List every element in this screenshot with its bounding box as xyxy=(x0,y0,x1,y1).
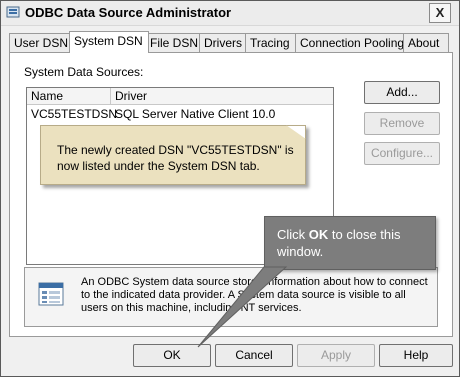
close-button[interactable]: X xyxy=(429,3,451,23)
odbc-app-icon xyxy=(6,6,20,18)
title-bar: ODBC Data Source Administrator X xyxy=(1,1,459,26)
info-box: An ODBC System data source stores inform… xyxy=(24,267,438,327)
tab-file-dsn[interactable]: File DSN xyxy=(145,33,201,52)
dsn-listed-note-callout: The newly created DSN "VC55TESTDSN" is n… xyxy=(40,125,306,185)
tab-about[interactable]: About xyxy=(403,33,449,52)
dsn-driver: SQL Server Native Client 10.0 xyxy=(115,107,276,121)
window-title: ODBC Data Source Administrator xyxy=(25,5,232,20)
tab-connection-pooling[interactable]: Connection Pooling xyxy=(295,33,407,52)
click-ok-tip-callout: Click OK to close this window. xyxy=(264,216,436,270)
system-dsn-panel: System Data Sources: Name Driver VC55TES… xyxy=(9,52,453,337)
system-data-sources-label: System Data Sources: xyxy=(24,65,144,79)
tab-system-dsn[interactable]: System DSN xyxy=(69,31,149,53)
tip-bold: OK xyxy=(308,227,329,242)
cancel-button[interactable]: Cancel xyxy=(215,344,293,367)
tip-text: Click OK to close this window. xyxy=(277,226,427,260)
data-source-info-icon xyxy=(38,282,64,306)
info-description: An ODBC System data source stores inform… xyxy=(81,276,428,314)
tab-strip: User DSN System DSN File DSN Drivers Tra… xyxy=(9,31,449,53)
remove-button[interactable]: Remove xyxy=(364,112,440,135)
tab-user-dsn[interactable]: User DSN xyxy=(9,33,71,52)
tab-tracing[interactable]: Tracing xyxy=(245,33,299,52)
odbc-admin-window: ODBC Data Source Administrator X User DS… xyxy=(0,0,460,377)
add-button[interactable]: Add... xyxy=(364,81,440,104)
column-header-driver[interactable]: Driver xyxy=(115,88,147,104)
dsn-name: VC55TESTDSN xyxy=(31,107,118,121)
list-item[interactable]: VC55TESTDSN SQL Server Native Client 10.… xyxy=(27,106,333,122)
configure-button[interactable]: Configure... xyxy=(364,142,440,165)
apply-button[interactable]: Apply xyxy=(297,344,375,367)
column-header-name[interactable]: Name xyxy=(27,88,111,104)
list-header: Name Driver xyxy=(27,88,333,105)
tip-prefix: Click xyxy=(277,227,309,242)
ok-button[interactable]: OK xyxy=(133,344,211,367)
tab-drivers[interactable]: Drivers xyxy=(199,33,249,52)
note-text: The newly created DSN "VC55TESTDSN" is n… xyxy=(57,143,294,173)
help-button[interactable]: Help xyxy=(379,344,453,367)
note-corner-flag xyxy=(286,125,306,139)
